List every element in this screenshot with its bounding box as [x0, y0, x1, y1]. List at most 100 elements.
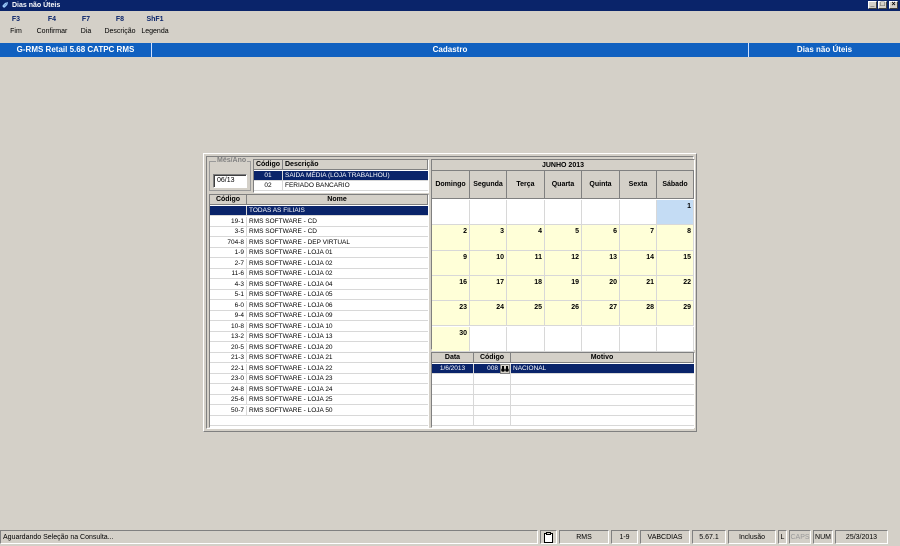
motivo-motivo-cell: [511, 416, 694, 426]
f8-descricao-button[interactable]: F8 Descrição: [103, 16, 137, 35]
calendar-day[interactable]: 25: [507, 301, 545, 327]
motivo-codigo-header: Código: [474, 353, 511, 363]
filial-row[interactable]: 25-6 RMS SOFTWARE - LOJA 25: [210, 395, 428, 406]
motivo-row-selected[interactable]: 1/6/2013 008 NACIONAL: [432, 364, 694, 375]
filial-row[interactable]: 3-5 RMS SOFTWARE - CD: [210, 227, 428, 238]
calendar-day[interactable]: 10: [470, 250, 507, 276]
calendar-day[interactable]: 26: [545, 301, 582, 327]
filial-nome-cell: RMS SOFTWARE - LOJA 10: [249, 322, 333, 330]
calendar-day[interactable]: 27: [582, 301, 620, 327]
calendar-empty-cell: [545, 200, 582, 226]
function-key-bar: F3 Fim F4 Confirmar F7 Dia F8 Descrição ShF1…: [0, 16, 900, 40]
f4-confirmar-button[interactable]: F4 Confirmar: [35, 16, 69, 35]
calendar-day[interactable]: 18: [507, 275, 545, 302]
f3-fim-button[interactable]: F3 Fim: [6, 16, 26, 35]
filial-row[interactable]: 9-4 RMS SOFTWARE - LOJA 09: [210, 311, 428, 322]
shf1-legenda-button[interactable]: ShF1 Legenda: [140, 16, 170, 35]
filial-row[interactable]: 20-5 RMS SOFTWARE - LOJA 20: [210, 342, 428, 353]
filial-nome-cell: RMS SOFTWARE - LOJA 24: [249, 385, 333, 393]
filial-row[interactable]: 10-8 RMS SOFTWARE - LOJA 10: [210, 321, 428, 332]
motivo-data-cell: 1/6/2013: [432, 364, 474, 374]
title-bar: ✐ Dias não Úteis _ □ ×: [0, 0, 900, 11]
motivo-empty-row: [432, 384, 694, 396]
tipo-row[interactable]: 02 FERIADO BANCARIO: [254, 181, 428, 192]
filial-codigo-cell: 6-0: [210, 300, 247, 311]
weekday-header: Terça: [507, 171, 545, 199]
calendar-day[interactable]: 24: [470, 301, 507, 327]
calendar-day[interactable]: 6: [582, 225, 620, 251]
calendar-day[interactable]: 7: [620, 225, 657, 251]
calendar-day[interactable]: 9: [432, 250, 470, 276]
f7-dia-button[interactable]: F7 Dia: [76, 16, 96, 35]
calendar-day[interactable]: 23: [432, 301, 470, 327]
filial-row[interactable]: 24-8 RMS SOFTWARE - LOJA 24: [210, 384, 428, 395]
calendar-day[interactable]: 13: [582, 250, 620, 276]
filial-row[interactable]: 1-9 RMS SOFTWARE - LOJA 01: [210, 248, 428, 259]
calendar-day[interactable]: 16: [432, 275, 470, 302]
calendar-day[interactable]: 29: [657, 301, 694, 327]
motivo-data-cell: [432, 384, 474, 395]
motivo-codigo-cell: [474, 416, 511, 426]
filial-row[interactable]: 23-0 RMS SOFTWARE - LOJA 23: [210, 374, 428, 385]
calendar-day[interactable]: 5: [545, 225, 582, 251]
weekday-header: Quarta: [545, 171, 582, 199]
calendar-day[interactable]: 3: [470, 225, 507, 251]
minimize-button[interactable]: _: [868, 1, 877, 9]
filial-row-selected[interactable]: TODAS AS FILIAIS: [210, 206, 428, 217]
main-panel: Mês/Ano 06/13 Código Descrição 01 SAIDA …: [203, 153, 697, 432]
filial-row[interactable]: 704-8 RMS SOFTWARE - DEP VIRTUAL: [210, 237, 428, 248]
filial-row[interactable]: 6-0 RMS SOFTWARE - LOJA 06: [210, 300, 428, 311]
motivo-empty-row: [432, 374, 694, 385]
weekday-header: Domingo: [432, 171, 470, 199]
filial-row[interactable]: 19-1 RMS SOFTWARE - CD: [210, 216, 428, 227]
calendar-day[interactable]: 17: [470, 275, 507, 302]
calendar-day[interactable]: 11: [507, 250, 545, 276]
calendar-day[interactable]: 15: [657, 250, 694, 276]
filial-row[interactable]: 2-7 RMS SOFTWARE - LOJA 02: [210, 258, 428, 269]
filial-nome-cell: RMS SOFTWARE - DEP VIRTUAL: [249, 238, 351, 246]
mesano-input[interactable]: 06/13: [213, 174, 247, 188]
filial-row[interactable]: 21-3 RMS SOFTWARE - LOJA 21: [210, 353, 428, 364]
calendar-day[interactable]: 28: [620, 301, 657, 327]
app-name: G-RMS Retail 5.68 CATPC RMS: [0, 43, 152, 57]
filial-row[interactable]: 4-3 RMS SOFTWARE - LOJA 04: [210, 279, 428, 290]
calendar-day[interactable]: 19: [545, 275, 582, 302]
calendar-day[interactable]: 22: [657, 275, 694, 302]
tipo-row-selected[interactable]: 01 SAIDA MÉDIA (LOJA TRABALHOU): [254, 171, 428, 182]
calendar-day[interactable]: 30: [432, 326, 470, 352]
filiais-nome-header: Nome: [247, 195, 428, 205]
calendar-empty-cell: [507, 326, 545, 352]
filial-row[interactable]: 50-7 RMS SOFTWARE - LOJA 50: [210, 405, 428, 416]
filial-nome-cell: RMS SOFTWARE - LOJA 25: [249, 396, 333, 403]
calendar-day[interactable]: 14: [620, 250, 657, 276]
calendar-day[interactable]: 20: [582, 275, 620, 302]
motivo-data-header: Data: [432, 353, 474, 363]
motivo-codigo-cell: [474, 384, 511, 395]
filial-codigo-cell: 13-2: [210, 332, 247, 342]
status-date: 25/3/2013: [835, 530, 888, 544]
calendar-day[interactable]: 12: [545, 250, 582, 276]
filial-codigo-cell: 20-5: [210, 342, 247, 353]
calendar-day[interactable]: 4: [507, 225, 545, 251]
calendar-day-selected[interactable]: 1: [657, 200, 694, 226]
filial-codigo-cell: 25-6: [210, 395, 247, 405]
calendar-day[interactable]: 2: [432, 225, 470, 251]
filial-row[interactable]: 22-1 RMS SOFTWARE - LOJA 22: [210, 363, 428, 374]
calendar-day[interactable]: 21: [620, 275, 657, 302]
filial-row[interactable]: 13-2 RMS SOFTWARE - LOJA 13: [210, 332, 428, 343]
filial-row[interactable]: 11-6 RMS SOFTWARE - LOJA 02: [210, 269, 428, 280]
filial-nome-cell: RMS SOFTWARE - CD: [249, 217, 318, 225]
close-button[interactable]: ×: [889, 1, 898, 9]
filial-nome-cell: RMS SOFTWARE - LOJA 01: [249, 249, 333, 256]
status-num: NUM: [813, 530, 833, 544]
maximize-button[interactable]: □: [878, 1, 887, 9]
clipboard-icon[interactable]: [540, 530, 557, 544]
filial-codigo-cell: 19-1: [210, 216, 247, 227]
filial-nome-cell: RMS SOFTWARE - LOJA 02: [249, 270, 333, 277]
lookup-binoculars-icon[interactable]: [500, 364, 510, 374]
filial-row[interactable]: 5-1 RMS SOFTWARE - LOJA 05: [210, 290, 428, 301]
status-message: Aguardando Seleção na Consulta...: [0, 530, 538, 544]
calendar-day[interactable]: 8: [657, 225, 694, 251]
filial-nome-cell: RMS SOFTWARE - LOJA 50: [249, 406, 333, 414]
motivo-motivo-header: Motivo: [511, 353, 694, 363]
